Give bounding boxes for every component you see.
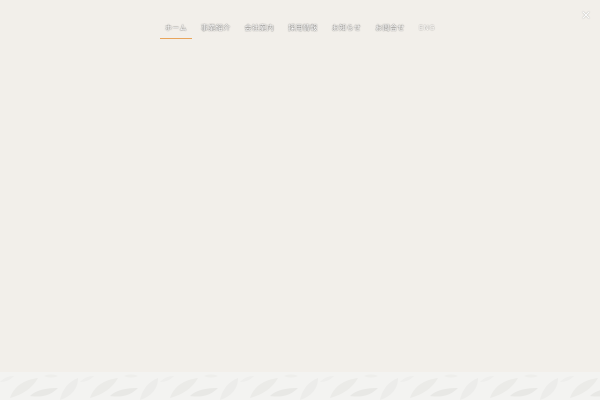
footer-pattern-band [0,372,600,400]
nav-item-news[interactable]: お知らせ [325,18,368,38]
nav-list: ホーム 事業紹介 会社案内 採用情報 お知らせ お問合せ ENG [0,18,600,39]
nav-item-home[interactable]: ホーム [158,18,194,39]
leaf-pattern-icon [0,372,600,400]
nav-item-language[interactable]: ENG [412,18,442,38]
nav-item-contact[interactable]: お問合せ [368,18,412,38]
nav-item-business[interactable]: 事業紹介 [194,18,238,38]
top-navigation: ホーム 事業紹介 会社案内 採用情報 お知らせ お問合せ ENG [0,0,600,48]
close-icon[interactable] [581,5,591,19]
hero-area [0,48,600,372]
nav-item-recruit[interactable]: 採用情報 [281,18,325,38]
nav-item-company[interactable]: 会社案内 [238,18,282,38]
